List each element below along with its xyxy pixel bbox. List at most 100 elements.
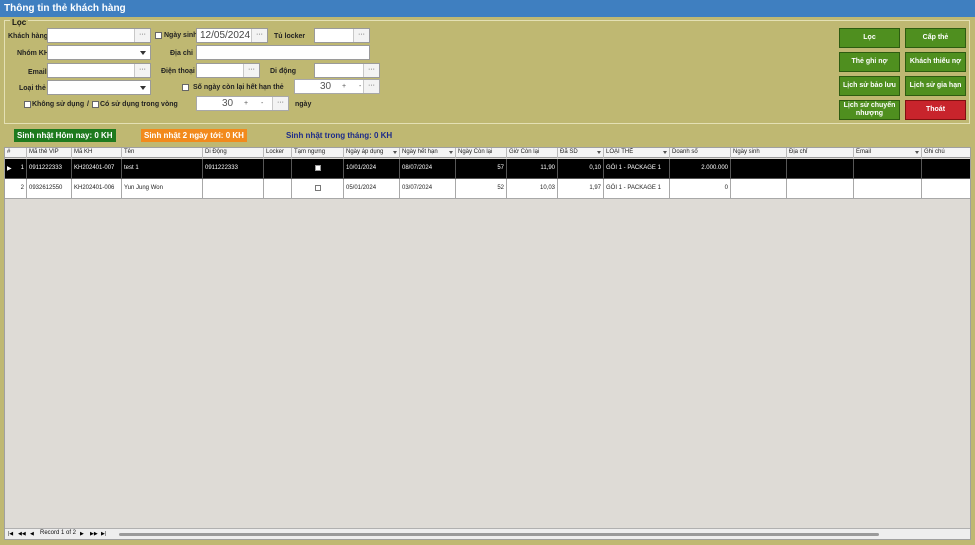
col-header-days[interactable]: Ngày Còn lại bbox=[456, 148, 507, 158]
cell-days: 52 bbox=[456, 179, 507, 199]
chevron-down-icon[interactable] bbox=[393, 151, 397, 154]
customer-browse-button[interactable]: ··· bbox=[134, 29, 150, 42]
col-header-type[interactable]: LOẠI THẺ bbox=[604, 148, 670, 158]
chevron-down-icon[interactable] bbox=[140, 86, 146, 90]
days-left-plus[interactable]: + bbox=[342, 83, 346, 90]
cell-vip: 0911222333 bbox=[27, 159, 72, 179]
filter-button[interactable]: Lọc bbox=[839, 28, 900, 48]
table-row[interactable]: 2 0932612550 KH202401-006 Yun Jung Won 0… bbox=[5, 179, 970, 199]
col-header-suspended[interactable]: Tạm ngưng bbox=[292, 148, 344, 158]
grid-header: # Mã thẻ VIP Mã KH Tên Di Động Locker Tạ… bbox=[5, 148, 970, 158]
birthday-today-badge[interactable]: Sinh nhật Hôm nay: 0 KH bbox=[14, 129, 116, 142]
chevron-down-icon[interactable] bbox=[915, 151, 919, 154]
next-page-icon[interactable]: ▶▶ bbox=[90, 531, 98, 537]
reserve-history-button[interactable]: Lịch sử bảo lưu bbox=[839, 76, 900, 96]
debt-card-button[interactable]: Thẻ ghi nợ bbox=[839, 52, 900, 72]
days-unit-label: ngày bbox=[295, 101, 312, 108]
birthday-this-month-label[interactable]: Sinh nhật trong tháng: 0 KH bbox=[283, 129, 395, 142]
cell-type: GÓI 1 - PACKAGE 1 bbox=[604, 179, 670, 199]
cell-no: 2 bbox=[5, 179, 27, 199]
col-header-no[interactable]: # bbox=[5, 148, 27, 158]
col-header-dob[interactable]: Ngày sinh bbox=[731, 148, 787, 158]
locker-field[interactable]: ··· bbox=[314, 28, 370, 43]
used-within-plus[interactable]: + bbox=[244, 100, 248, 107]
col-header-hours[interactable]: Giờ Còn lại bbox=[507, 148, 558, 158]
chevron-down-icon[interactable] bbox=[140, 51, 146, 55]
prev-page-icon[interactable]: ◀◀ bbox=[18, 531, 26, 537]
col-header-end[interactable]: Ngày hết hạn bbox=[400, 148, 456, 158]
next-record-icon[interactable]: ▶ bbox=[80, 531, 84, 537]
card-type-select[interactable] bbox=[47, 80, 151, 95]
col-header-revenue[interactable]: Doanh số bbox=[670, 148, 731, 158]
locker-label: Tủ locker bbox=[274, 33, 306, 40]
days-left-spinner[interactable]: 30 + - ··· bbox=[294, 79, 380, 94]
chevron-down-icon[interactable] bbox=[597, 151, 601, 154]
customer-card-grid[interactable]: # Mã thẻ VIP Mã KH Tên Di Động Locker Tạ… bbox=[4, 147, 971, 540]
days-left-checkbox[interactable] bbox=[182, 84, 189, 91]
mobile-label: Di động bbox=[270, 68, 297, 75]
used-within-more-button[interactable]: ··· bbox=[272, 97, 288, 110]
days-left-value: 30 bbox=[320, 81, 332, 92]
used-within-minus[interactable]: - bbox=[261, 100, 263, 107]
col-header-address[interactable]: Địa chỉ bbox=[787, 148, 854, 158]
suspended-checkbox[interactable] bbox=[314, 185, 321, 191]
transfer-history-button[interactable]: Lịch sử chuyển nhượng bbox=[839, 100, 900, 120]
cell-start: 10/01/2024 bbox=[344, 159, 400, 179]
birthday-date-field[interactable]: 12/05/2024 ··· bbox=[196, 28, 268, 43]
extend-history-button[interactable]: Lịch sử gia hạn bbox=[905, 76, 966, 96]
cell-dob bbox=[731, 159, 787, 179]
chevron-down-icon[interactable] bbox=[449, 151, 453, 154]
used-within-checkbox[interactable] bbox=[92, 101, 99, 108]
chevron-down-icon[interactable] bbox=[663, 151, 667, 154]
table-row[interactable]: ▶ 1 0911222333 KH202401-007 test 1 091122… bbox=[5, 159, 970, 179]
birthday-picker-button[interactable]: ··· bbox=[251, 29, 267, 42]
mobile-browse-button[interactable]: ··· bbox=[363, 64, 379, 77]
window-title: Thông tin thẻ khách hàng bbox=[0, 0, 975, 17]
col-header-email[interactable]: Email bbox=[854, 148, 922, 158]
used-within-label: Có sử dụng trong vòng bbox=[100, 101, 178, 108]
cell-end: 03/07/2024 bbox=[400, 179, 456, 199]
address-field[interactable] bbox=[196, 45, 370, 60]
cell-suspended bbox=[292, 179, 344, 199]
cell-days: 57 bbox=[456, 159, 507, 179]
birthday-next-two-days-badge[interactable]: Sinh nhật 2 ngày tới: 0 KH bbox=[141, 129, 247, 142]
cell-used: 0,10 bbox=[558, 159, 604, 179]
days-left-minus[interactable]: - bbox=[359, 83, 361, 90]
slash-label: / bbox=[87, 101, 89, 108]
horizontal-scrollbar[interactable] bbox=[119, 533, 879, 536]
col-header-note[interactable]: Ghi chú bbox=[922, 148, 970, 158]
suspended-checkbox[interactable] bbox=[314, 165, 321, 171]
col-header-locker[interactable]: Locker bbox=[264, 148, 292, 158]
exit-button[interactable]: Thoát bbox=[905, 100, 966, 120]
email-field[interactable]: ··· bbox=[47, 63, 151, 78]
address-label: Địa chỉ bbox=[170, 50, 193, 57]
col-header-name[interactable]: Tên bbox=[122, 148, 203, 158]
prev-record-icon[interactable]: ◀ bbox=[30, 531, 34, 537]
locker-browse-button[interactable]: ··· bbox=[353, 29, 369, 42]
col-header-vip[interactable]: Mã thẻ VIP bbox=[27, 148, 72, 158]
not-used-checkbox[interactable] bbox=[24, 101, 31, 108]
last-record-icon[interactable]: ▶| bbox=[101, 531, 106, 537]
col-header-used[interactable]: Đã SD bbox=[558, 148, 604, 158]
cell-name: test 1 bbox=[122, 159, 203, 179]
days-left-more-button[interactable]: ··· bbox=[363, 80, 379, 93]
col-header-code[interactable]: Mã KH bbox=[72, 148, 122, 158]
customer-field[interactable]: ··· bbox=[47, 28, 151, 43]
cell-no-value: 1 bbox=[20, 165, 24, 171]
mobile-field[interactable]: ··· bbox=[314, 63, 380, 78]
col-header-start[interactable]: Ngày áp dụng bbox=[344, 148, 400, 158]
phone-field[interactable]: ··· bbox=[196, 63, 260, 78]
birthday-checkbox[interactable] bbox=[155, 32, 162, 39]
first-record-icon[interactable]: |◀ bbox=[8, 531, 13, 537]
issue-card-button[interactable]: Cấp thẻ bbox=[905, 28, 966, 48]
email-label: Email bbox=[28, 69, 47, 76]
group-select[interactable] bbox=[47, 45, 151, 60]
cell-mobile bbox=[203, 179, 264, 199]
used-within-spinner[interactable]: 30 + - ··· bbox=[196, 96, 289, 111]
email-browse-button[interactable]: ··· bbox=[134, 64, 150, 77]
debt-customers-button[interactable]: Khách thiếu nợ bbox=[905, 52, 966, 72]
cell-locker bbox=[264, 159, 292, 179]
col-header-mobile[interactable]: Di Động bbox=[203, 148, 264, 158]
phone-browse-button[interactable]: ··· bbox=[243, 64, 259, 77]
col-header-used-label: Đã SD bbox=[560, 149, 578, 155]
